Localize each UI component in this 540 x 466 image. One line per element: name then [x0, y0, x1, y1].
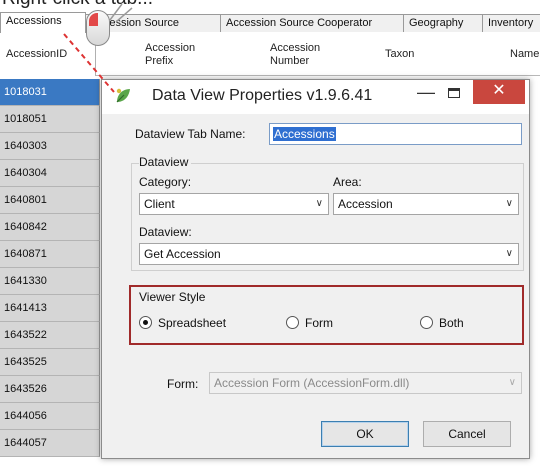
table-row[interactable]: 1640871: [0, 241, 100, 268]
tab-name-input[interactable]: Accessions: [269, 123, 522, 145]
table-row[interactable]: 1640842: [0, 214, 100, 241]
maximize-button[interactable]: [440, 82, 468, 106]
tab-geography[interactable]: Geography: [403, 14, 483, 32]
screenshot-root: Right-click a tab... Accessions Accessio…: [0, 0, 540, 466]
accession-row-list: 1018031 1018051 1640303 1640304 1640801 16408…: [0, 79, 100, 457]
ok-button[interactable]: OK: [321, 421, 409, 447]
table-row[interactable]: 1640801: [0, 187, 100, 214]
category-label: Category:: [139, 175, 192, 189]
table-row[interactable]: 1640303: [0, 133, 100, 160]
dataview-label: Dataview:: [139, 225, 192, 239]
form-chevron-down-icon: ∨: [508, 377, 516, 388]
table-row[interactable]: 1643525: [0, 349, 100, 376]
dataview-chevron-down-icon: ∨: [505, 248, 513, 259]
minimize-button[interactable]: —: [412, 82, 440, 106]
table-row[interactable]: 1641330: [0, 268, 100, 295]
column-name[interactable]: Name: [510, 33, 540, 76]
category-chevron-down-icon: ∨: [315, 198, 323, 209]
column-accession-number[interactable]: Accession Number: [270, 33, 350, 76]
tab-strip: Accessions Accession Source Accession So…: [0, 12, 540, 33]
form-label: Form:: [167, 377, 199, 391]
maximize-icon: [448, 88, 460, 98]
dialog-title: Data View Properties v1.9.6.41: [152, 87, 373, 104]
table-row[interactable]: 1643526: [0, 376, 100, 403]
category-select[interactable]: Client ∨: [139, 193, 329, 215]
form-value: Accession Form (AccessionForm.dll): [214, 376, 410, 390]
cancel-button[interactable]: Cancel: [423, 421, 511, 447]
tab-name-value: Accessions: [273, 127, 336, 141]
right-click-mouse-icon: [86, 10, 110, 46]
table-row[interactable]: 1640304: [0, 160, 100, 187]
dataview-value: Get Accession: [144, 247, 221, 261]
table-row[interactable]: 1018051: [0, 106, 100, 133]
table-row[interactable]: 1641413: [0, 295, 100, 322]
column-taxon[interactable]: Taxon: [385, 33, 445, 76]
area-select[interactable]: Accession ∨: [333, 193, 519, 215]
dialog-titlebar[interactable]: Data View Properties v1.9.6.41 — ✕: [102, 80, 529, 114]
mouse-right-button-icon: [89, 13, 98, 26]
table-row[interactable]: 1644057: [0, 430, 100, 457]
data-view-properties-dialog: Data View Properties v1.9.6.41 — ✕ Datav…: [101, 79, 530, 459]
dataview-select[interactable]: Get Accession ∨: [139, 243, 519, 265]
category-value: Client: [144, 197, 175, 211]
table-row[interactable]: 1644056: [0, 403, 100, 430]
column-accession-prefix[interactable]: Accession Prefix: [145, 33, 225, 76]
click-burst-icon: [109, 3, 133, 23]
form-select[interactable]: Accession Form (AccessionForm.dll) ∨: [209, 372, 522, 394]
area-label: Area:: [333, 175, 362, 189]
viewer-style-highlight-box: [129, 285, 524, 345]
dataview-group-title: Dataview: [139, 155, 192, 169]
close-button[interactable]: ✕: [473, 80, 525, 104]
tab-accession-source-cooperator[interactable]: Accession Source Cooperator: [220, 14, 404, 32]
area-chevron-down-icon: ∨: [505, 198, 513, 209]
table-row[interactable]: 1643522: [0, 322, 100, 349]
tab-inventory[interactable]: Inventory: [482, 14, 540, 32]
tab-name-label: Dataview Tab Name:: [135, 127, 246, 141]
area-value: Accession: [338, 197, 393, 211]
